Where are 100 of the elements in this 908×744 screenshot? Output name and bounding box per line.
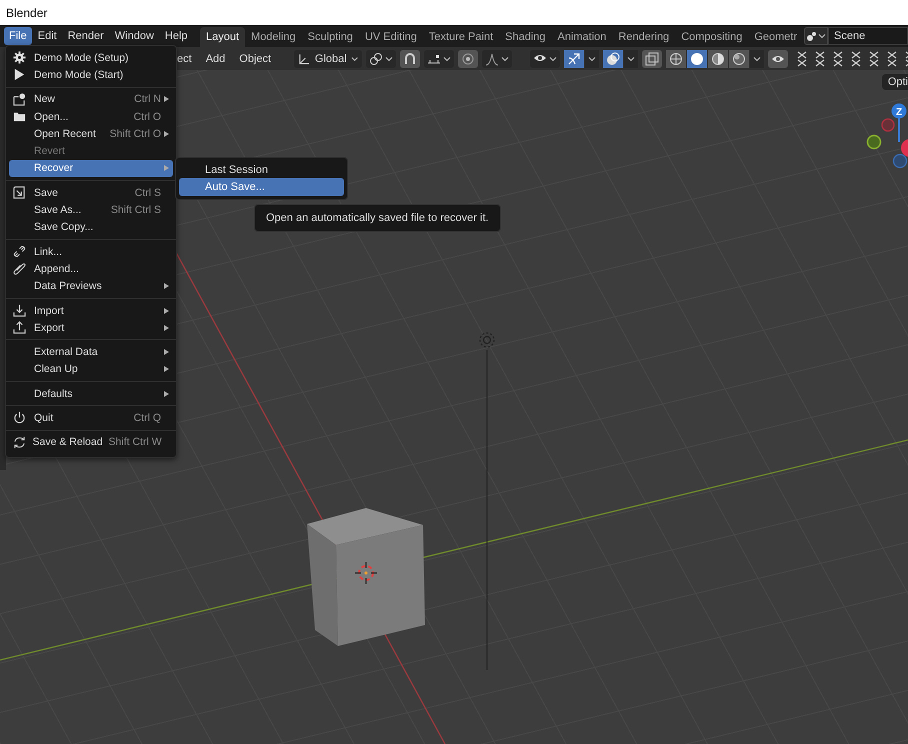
workspace-tab[interactable]: Compositing — [675, 27, 748, 47]
cross-icon[interactable] — [796, 50, 808, 66]
tooltip: Open an automatically saved file to recover it. — [254, 204, 501, 232]
proportional-edit-icon — [461, 52, 476, 66]
gizmo-dropdown[interactable] — [585, 50, 600, 68]
shortcut-label: Ctrl Q — [134, 412, 161, 424]
folder-icon — [13, 110, 26, 124]
gear-icon — [13, 51, 26, 64]
reload-icon — [13, 436, 26, 449]
x-ray-icon — [645, 52, 660, 66]
power-icon — [13, 411, 26, 424]
proportional-edit-toggle[interactable] — [458, 50, 478, 68]
scene-type-dropdown[interactable] — [804, 27, 828, 45]
overlay-dropdown[interactable] — [624, 50, 638, 68]
orientation-dropdown[interactable]: Global — [294, 50, 362, 68]
menu-item[interactable]: Save Ctrl S — [9, 184, 173, 202]
shortcut-label: Ctrl S — [134, 186, 161, 199]
scene-name-field[interactable]: Scene — [828, 27, 908, 45]
menu-bar-item[interactable]: Window — [110, 27, 159, 45]
download-icon — [13, 304, 26, 317]
menu-item[interactable]: Defaults — [9, 385, 173, 402]
menu-item[interactable]: Link... — [9, 242, 173, 260]
shading-mode-button[interactable] — [687, 50, 708, 68]
caret-icon — [385, 54, 394, 62]
caret-icon — [588, 54, 596, 62]
window-title: Blender — [6, 6, 48, 20]
workspace-tab[interactable]: Texture Paint — [422, 27, 500, 47]
light-icon — [479, 332, 495, 348]
pivot-dropdown[interactable] — [366, 50, 396, 68]
sphere-icon — [669, 52, 684, 66]
menu-item[interactable]: Export — [9, 319, 173, 336]
menu-item[interactable]: Clean Up — [9, 360, 173, 378]
menu-item[interactable]: External Data — [9, 343, 173, 361]
menu-item[interactable]: Save Copy... — [9, 218, 173, 236]
falloff-dropdown[interactable] — [482, 50, 512, 68]
menu-item[interactable]: Demo Mode (Start) — [9, 66, 173, 84]
menu-bar-item[interactable]: Render — [62, 27, 109, 45]
menu-item[interactable]: Demo Mode (Setup) — [9, 49, 173, 66]
overlay-toggle[interactable] — [603, 50, 624, 68]
visibility-dropdown[interactable] — [530, 50, 560, 68]
shortcut-label: Shift Ctrl W — [108, 436, 162, 448]
workspace-tab[interactable]: Sculpting — [302, 27, 359, 47]
caret-icon — [753, 54, 762, 62]
cross-icon[interactable] — [832, 50, 844, 66]
snap-target-dropdown[interactable] — [424, 50, 454, 68]
caret-icon — [501, 54, 510, 62]
menu-item[interactable]: Data Previews — [9, 278, 173, 295]
overlay-icon — [606, 52, 620, 66]
magnet-icon — [403, 52, 418, 66]
sphere-icon — [690, 52, 704, 66]
menu-item[interactable]: Quit Ctrl Q — [9, 409, 173, 427]
x-ray-toggle[interactable] — [642, 50, 662, 68]
sphere-icon — [711, 52, 726, 66]
cross-icon[interactable] — [814, 50, 826, 66]
workspace-tab[interactable]: UV Editing — [358, 27, 423, 47]
workspace-tab[interactable]: Shading — [499, 27, 552, 47]
shortcut-label: Ctrl O — [134, 110, 161, 123]
menu-bar-item[interactable]: Help — [160, 27, 193, 45]
3d-cursor-icon — [354, 561, 378, 585]
menu-item[interactable]: Import — [9, 302, 173, 320]
axes-icon — [298, 52, 311, 66]
options-button[interactable]: Opti — [882, 74, 908, 90]
cross-icon[interactable] — [886, 50, 898, 66]
caret-icon — [443, 54, 452, 62]
workspace-tab[interactable]: Animation — [552, 27, 612, 47]
workspace-tab[interactable]: Geometr — [748, 27, 800, 47]
menu-item[interactable]: Open... Ctrl O — [9, 108, 173, 126]
menu-bar-item[interactable]: Edit — [32, 27, 62, 45]
menu-item[interactable]: Append... — [9, 260, 173, 278]
workspace-tab[interactable]: Layout — [200, 27, 246, 47]
menu-item[interactable]: Recover — [9, 160, 173, 178]
cross-icon[interactable] — [850, 50, 862, 66]
new-file-icon — [13, 92, 26, 106]
shading-mode-button[interactable] — [729, 50, 750, 68]
menu-item[interactable]: Save & Reload Shift Ctrl W — [9, 434, 173, 451]
shading-dropdown[interactable] — [750, 50, 764, 68]
caret-icon — [350, 54, 358, 62]
cross-icon[interactable] — [868, 50, 880, 66]
menu-item[interactable]: New Ctrl N — [9, 90, 173, 108]
visibility-toggle[interactable] — [768, 50, 788, 68]
menu-bar-item[interactable]: File — [4, 27, 32, 45]
menu-item[interactable]: Auto Save... — [179, 178, 344, 196]
snap-toggle[interactable] — [400, 50, 420, 68]
axis-gizmo-drawing: Z — [866, 104, 908, 168]
play-icon — [13, 68, 26, 82]
shortcut-label: Ctrl N — [134, 93, 161, 106]
workspace-tab[interactable]: Modeling — [245, 27, 302, 47]
header-menu-item[interactable]: Add — [200, 50, 230, 66]
header-menu-item[interactable]: Object — [234, 50, 276, 66]
paperclip-icon — [13, 262, 26, 276]
shading-mode-button[interactable] — [666, 50, 686, 68]
caret-icon — [818, 32, 826, 40]
shading-mode-button[interactable] — [708, 50, 728, 68]
shortcut-label: Shift Ctrl O — [110, 128, 161, 140]
menu-item[interactable]: Save As... Shift Ctrl S — [9, 201, 173, 219]
gizmo-toggle[interactable] — [564, 50, 584, 68]
shortcut-label: Shift Ctrl S — [110, 204, 161, 216]
workspace-tab[interactable]: Rendering — [612, 27, 676, 47]
menu-item[interactable]: Last Session — [179, 161, 344, 178]
menu-item[interactable]: Open Recent Shift Ctrl O — [9, 125, 173, 142]
